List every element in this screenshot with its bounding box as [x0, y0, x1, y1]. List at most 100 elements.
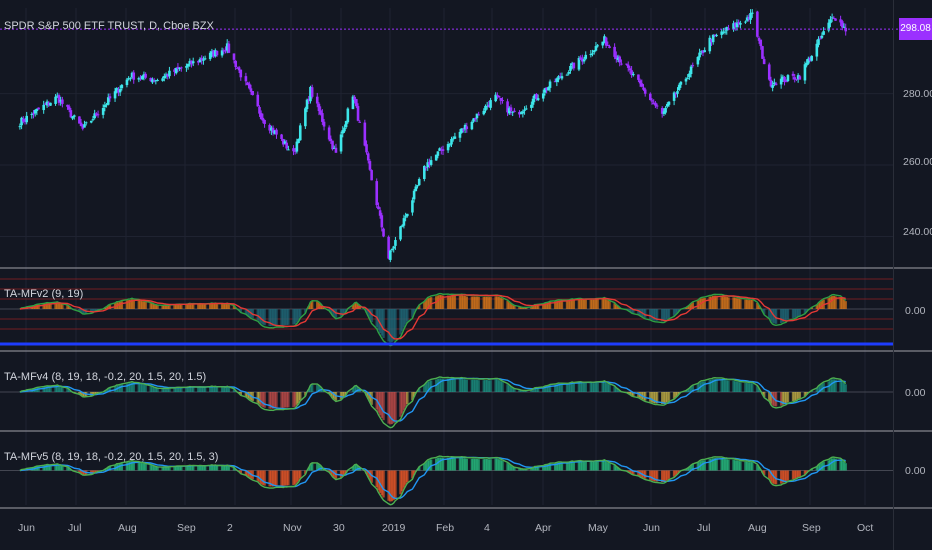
histogram-bar	[560, 384, 564, 392]
candle-body	[594, 46, 598, 51]
candle-body	[256, 94, 260, 107]
candle-body	[591, 53, 594, 55]
candle-body	[557, 76, 560, 80]
histogram-bar	[453, 379, 457, 392]
histogram-bar	[739, 461, 742, 471]
candle-body	[477, 114, 480, 116]
histogram-bar	[798, 309, 802, 316]
candle-body	[346, 108, 350, 123]
histogram-bar	[667, 470, 671, 479]
indicator-1-label[interactable]: TA-MFv2 (9, 19)	[4, 288, 83, 300]
histogram-bar	[844, 463, 847, 471]
histogram-bar	[203, 304, 207, 309]
candle-body	[239, 69, 243, 78]
histogram-bar	[453, 458, 457, 471]
indicator-3-label[interactable]: TA-MFv5 (8, 19, 18, -0.2, 20, 1.5, 20, 1…	[4, 451, 218, 463]
symbol-title[interactable]: SPDR S&P 500 ETF TRUST, D, Cboe BZX	[4, 20, 214, 32]
candle-body	[458, 131, 462, 138]
candle-body	[475, 113, 479, 119]
candle-body	[744, 21, 747, 23]
histogram-bar	[227, 387, 231, 392]
candle-body	[818, 38, 822, 40]
candle-body	[774, 83, 778, 86]
candle-body	[810, 55, 814, 61]
candle-body	[482, 110, 486, 115]
time-axis-label: Sep	[802, 522, 821, 534]
indicator-3-plot	[0, 455, 893, 506]
histogram-bar	[596, 299, 599, 309]
candle-body	[202, 59, 205, 61]
candle-body	[584, 54, 588, 59]
candle-body	[759, 39, 763, 47]
last-price-label: 298.08	[899, 18, 932, 40]
candle-body	[140, 76, 144, 80]
candle-body	[643, 89, 647, 94]
histogram-bar	[844, 384, 847, 392]
candle-body	[118, 89, 122, 93]
histogram-bar	[596, 382, 599, 392]
candle-body	[370, 170, 373, 181]
candle-body	[287, 149, 290, 151]
candle-body	[762, 59, 766, 65]
histogram-bar	[596, 461, 599, 471]
candle-body	[329, 138, 333, 141]
histogram-bar	[703, 298, 706, 309]
candle-body	[691, 65, 695, 67]
candle-body	[524, 108, 528, 110]
histogram-bar	[798, 470, 802, 477]
histogram-bar	[215, 304, 219, 309]
candle-body	[628, 68, 632, 71]
histogram-bar	[584, 461, 587, 471]
histogram-bar	[310, 463, 314, 471]
indicator-1-zero: 0.00	[905, 305, 926, 317]
histogram-bar	[727, 297, 730, 309]
histogram-bar	[394, 309, 397, 339]
candle-body	[638, 80, 642, 84]
histogram-bar	[489, 459, 492, 471]
candle-body	[417, 179, 421, 186]
candle-body	[530, 104, 533, 108]
candle-body	[739, 22, 742, 25]
histogram-bar	[715, 379, 718, 392]
chart-canvas[interactable]	[0, 0, 932, 550]
candle-body	[703, 50, 706, 53]
indicator-2-label[interactable]: TA-MFv4 (8, 19, 18, -0.2, 20, 1.5, 20, 1…	[4, 371, 206, 383]
indicator-3-zero: 0.00	[905, 465, 926, 477]
candle-body	[103, 105, 107, 108]
candle-body	[756, 11, 759, 37]
candle-body	[822, 31, 825, 35]
candle-body	[78, 116, 81, 124]
time-axis-label: Jul	[697, 522, 711, 534]
candle-body	[771, 85, 774, 88]
candle-body	[637, 74, 640, 80]
time-axis-label: Sep	[177, 522, 196, 534]
histogram-bar	[703, 381, 706, 392]
candle-body	[829, 19, 832, 24]
histogram-bar	[192, 465, 195, 471]
candle-body	[83, 124, 86, 128]
candle-body	[688, 73, 691, 78]
histogram-bar	[299, 470, 302, 479]
candle-body	[180, 67, 183, 69]
candle-body	[640, 83, 644, 87]
histogram-bar	[263, 392, 266, 408]
candle-body	[108, 96, 112, 99]
time-axis-label: Oct	[857, 522, 874, 534]
histogram-bar	[156, 388, 159, 392]
candle-body	[321, 113, 324, 122]
histogram-bar	[667, 309, 671, 318]
candle-body	[626, 64, 630, 68]
candle-body	[448, 144, 452, 146]
time-axis-label: May	[588, 522, 608, 534]
histogram-bar	[180, 387, 183, 392]
histogram-bar	[406, 309, 409, 322]
candle-body	[820, 35, 824, 38]
candle-body	[49, 102, 52, 106]
histogram-bar	[156, 305, 159, 309]
candle-body	[285, 142, 288, 149]
candle-body	[232, 53, 236, 60]
candle-body	[304, 108, 307, 127]
candle-body	[606, 45, 610, 47]
candle-body	[509, 107, 513, 112]
candle-body	[798, 76, 802, 80]
